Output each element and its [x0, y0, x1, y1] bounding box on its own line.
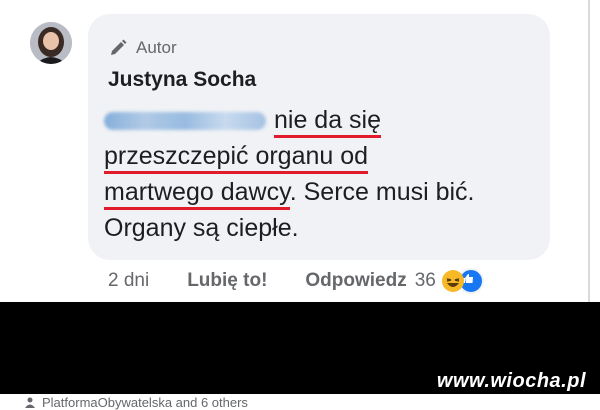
reply-button[interactable]: Odpowiedz — [305, 270, 406, 292]
footer-bar: PlatformaObywatelska and 6 others — [0, 394, 600, 410]
underlined-phrase-1: nie da się — [274, 106, 382, 138]
author-badge: Autor — [108, 38, 177, 58]
avatar[interactable] — [30, 22, 72, 64]
comment-text-tail: . Serce musi bić. — [289, 178, 475, 206]
comment-line-1: nie da się — [104, 102, 544, 138]
haha-icon[interactable] — [441, 270, 464, 292]
avatar-photo — [30, 22, 72, 64]
comment-text: nie da się przeszczepić organu od martwe… — [104, 102, 544, 246]
watermark: www.wiocha.pl — [436, 370, 586, 392]
comment-line-4: Organy są ciepłe. — [104, 214, 299, 242]
reaction-count[interactable]: 36 — [415, 270, 436, 292]
author-badge-label: Autor — [136, 38, 177, 57]
screenshot-frame: Autor Justyna Socha nie da się przeszcze… — [0, 0, 600, 410]
person-icon — [25, 397, 35, 408]
underlined-phrase-2: przeszczepić organu od — [104, 142, 369, 174]
comment-actions: 2 dni Lubię to! Odpowiedz 36 — [108, 268, 484, 294]
footer-text[interactable]: PlatformaObywatelska and 6 others — [42, 395, 248, 410]
blurred-mention — [104, 112, 266, 131]
like-button[interactable]: Lubię to! — [187, 270, 267, 292]
comment-line-2: przeszczepić organu od — [104, 138, 544, 174]
comment-line-3: martwego dawcy. Serce musi bić. — [104, 174, 544, 210]
underlined-phrase-3: martwego dawcy — [104, 178, 290, 210]
pencil-icon — [111, 39, 127, 55]
author-name[interactable]: Justyna Socha — [108, 68, 256, 92]
haha-face — [446, 278, 460, 287]
comment-timestamp[interactable]: 2 dni — [108, 270, 149, 292]
